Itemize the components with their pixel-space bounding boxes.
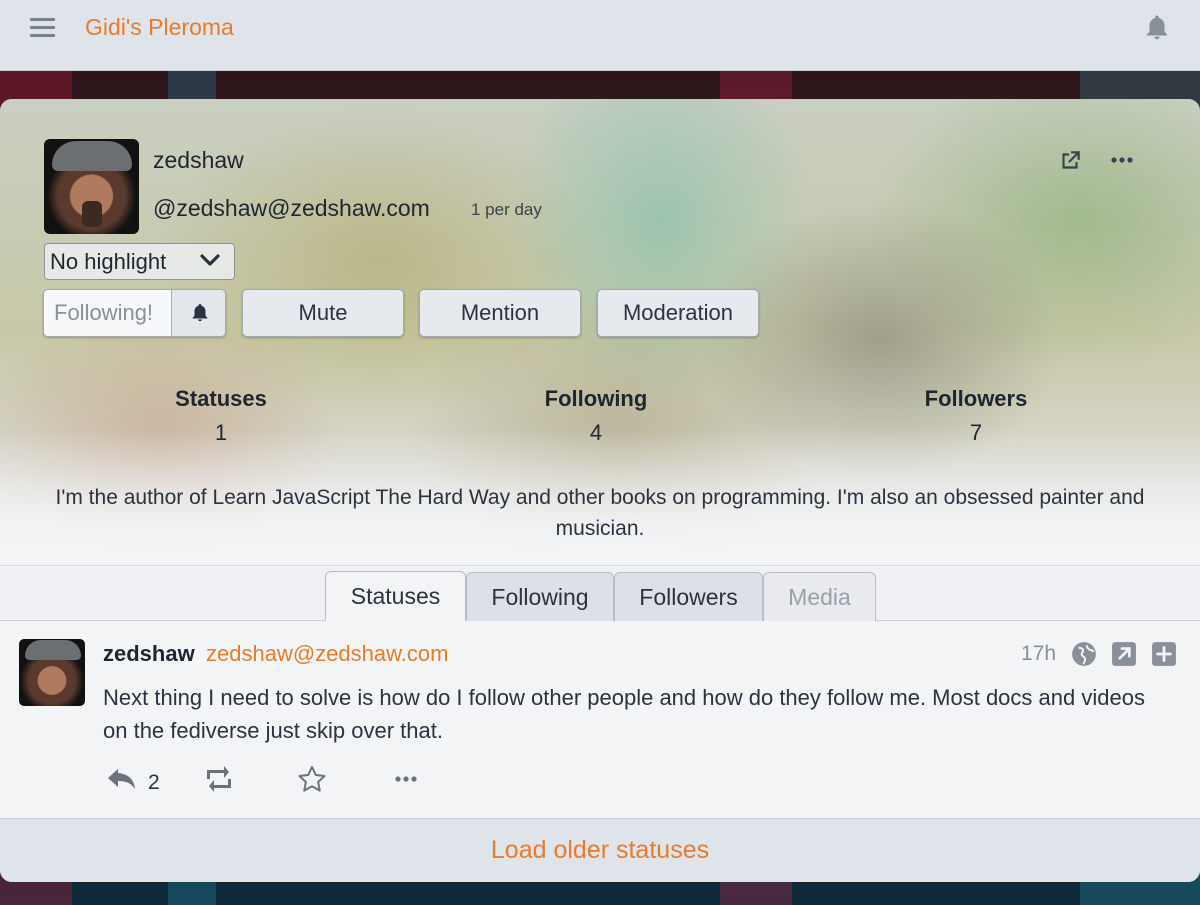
status-author-handle[interactable]: zedshaw@zedshaw.com — [206, 641, 448, 667]
expand-icon[interactable] — [1151, 641, 1177, 667]
stat-label: Following — [544, 386, 648, 411]
status-timestamp[interactable]: 17h — [1021, 642, 1056, 666]
avatar[interactable] — [44, 139, 139, 234]
stat-statuses[interactable]: Statuses 1 — [121, 386, 321, 446]
status-author-name[interactable]: zedshaw — [103, 641, 195, 667]
profile-tabs: Statuses Following Followers Media — [0, 565, 1200, 621]
chevron-down-icon — [200, 254, 220, 266]
subscribe-notifications-button[interactable] — [171, 290, 225, 336]
highlight-select-value: No highlight — [50, 249, 167, 274]
bell-icon — [192, 303, 208, 322]
load-older-button[interactable]: Load older statuses — [0, 818, 1200, 882]
profile-panel: zedshaw @zedshaw@zedshaw.com 1 per day N… — [0, 99, 1200, 882]
profile-handle[interactable]: @zedshaw@zedshaw.com — [153, 195, 430, 222]
following-button[interactable]: Following! — [44, 290, 171, 336]
profile-username: zedshaw — [153, 147, 244, 173]
stat-value: 4 — [589, 420, 603, 445]
post-rate: 1 per day — [471, 200, 542, 219]
stat-value: 7 — [969, 420, 983, 445]
more-options-icon[interactable] — [1110, 150, 1134, 170]
highlight-select[interactable]: No highlight — [44, 243, 235, 280]
more-actions-icon[interactable] — [394, 772, 418, 786]
reply-count: 2 — [148, 771, 160, 794]
stat-label: Statuses — [175, 386, 267, 411]
bell-icon[interactable] — [1142, 13, 1172, 43]
stat-followers[interactable]: Followers 7 — [876, 386, 1076, 446]
follow-button-group: Following! — [43, 289, 226, 337]
profile-bio: I'm the author of Learn JavaScript The H… — [55, 486, 1145, 540]
star-icon[interactable] — [297, 765, 327, 793]
mention-button[interactable]: Mention — [419, 289, 581, 337]
globe-icon — [1072, 642, 1096, 666]
stat-following[interactable]: Following 4 — [496, 386, 696, 446]
stat-value: 1 — [214, 420, 228, 445]
status-content: Next thing I need to solve is how do I f… — [103, 685, 1145, 743]
mute-button[interactable]: Mute — [242, 289, 404, 337]
status-avatar[interactable] — [19, 639, 85, 706]
tab-followers[interactable]: Followers — [614, 572, 763, 621]
retweet-icon[interactable] — [203, 765, 235, 793]
external-link-icon[interactable] — [1057, 148, 1083, 174]
tab-following[interactable]: Following — [466, 572, 614, 621]
reply-icon[interactable] — [106, 765, 138, 793]
top-bar: Gidi's Pleroma — [0, 0, 1200, 71]
stat-label: Followers — [924, 386, 1028, 411]
open-link-icon[interactable] — [1111, 641, 1137, 667]
status-post: zedshaw zedshaw@zedshaw.com 17h Next thi… — [0, 622, 1200, 818]
moderation-button[interactable]: Moderation — [597, 289, 759, 337]
tab-statuses[interactable]: Statuses — [325, 571, 466, 621]
hamburger-icon[interactable] — [30, 18, 55, 38]
tab-media: Media — [763, 572, 876, 621]
site-title[interactable]: Gidi's Pleroma — [85, 14, 234, 41]
